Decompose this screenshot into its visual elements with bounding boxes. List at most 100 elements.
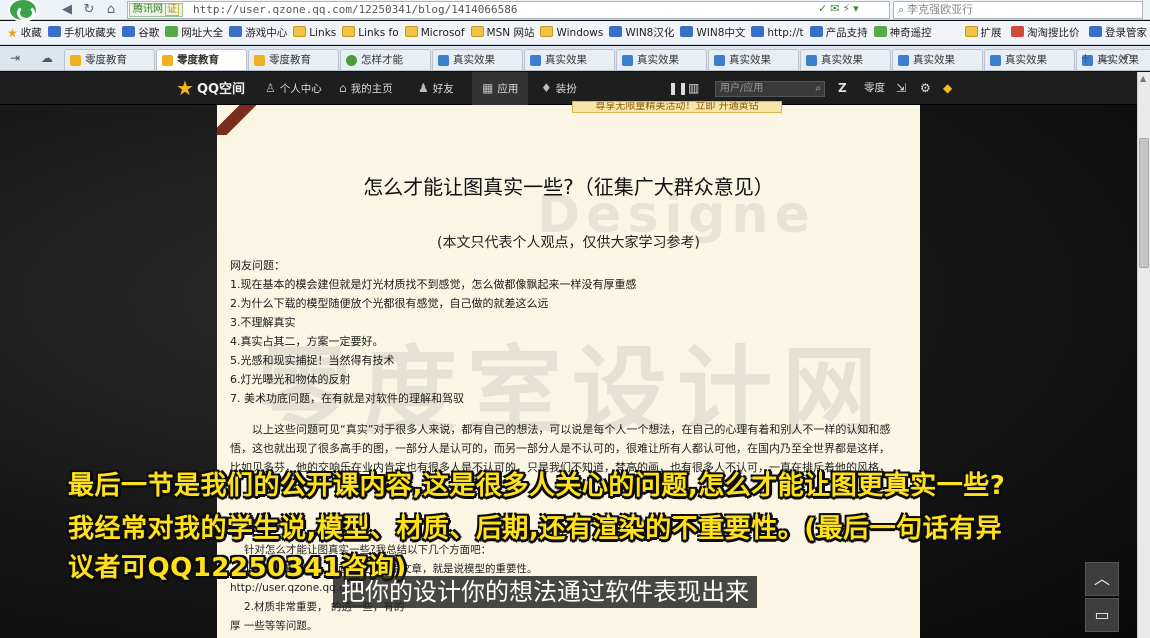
tab-label: 怎样才能	[361, 54, 403, 66]
tab-strip: 零度教育 零度教育 零度教育 怎样才能 真实效果 真实效果 真实效果 真实效果 真实效果 真实效果…	[64, 49, 1150, 70]
favorite-label: 手机收藏夹	[63, 27, 117, 39]
tab-favicon-icon	[346, 55, 357, 66]
favorite-item[interactable]: Links fo	[339, 21, 401, 44]
expand-button[interactable]: 扩展	[962, 21, 1005, 44]
favorite-item[interactable]: 游戏中心	[226, 21, 290, 44]
paragraph-line: 以上这些问题可见“真实”对于很多人来说，都有自己的想法，可以说是每个人一个想法，…	[252, 423, 891, 436]
price-compare-button[interactable]: 淘淘搜比价	[1008, 21, 1083, 44]
back-button[interactable]: ◀	[58, 2, 76, 18]
browser-tab[interactable]: 真实效果	[984, 49, 1075, 70]
favorites-right-group: 扩展 淘淘搜比价 登录管家	[955, 21, 1150, 44]
address-toolbar: ◀ ↻ ⌂ 腾讯网证 http://user.qzone.qq.com/1225…	[0, 0, 1150, 22]
tab-label: 真实效果	[637, 54, 679, 66]
tab-favicon-icon	[622, 55, 633, 66]
site-verify-badge[interactable]: 腾讯网证	[129, 3, 183, 17]
browser-tab[interactable]: 零度教育	[248, 49, 339, 70]
caption-subtitle: 把你的设计你的想法通过软件表现出来	[333, 576, 757, 608]
nav-apps[interactable]: ▦ 应用	[472, 72, 529, 105]
qzone-search-input[interactable]: 用户/应用 ⌕	[715, 81, 825, 97]
subtitle-line-2: 我经常对我的学生说,模型、材质、后期,还有渲染的不重要性。(最后一句话有异	[68, 514, 1003, 544]
cloud-icon[interactable]: ☁	[36, 46, 58, 70]
favorite-item[interactable]: 产品支持	[807, 21, 871, 44]
browser-tab[interactable]: 零度教育	[156, 49, 247, 70]
logout-icon[interactable]: ⇲	[896, 72, 906, 105]
avatar[interactable]: Z	[838, 72, 847, 105]
qzone-topbar: ★ QQ空间 ♙ 个人中心 ⌂ 我的主页 ♟ 好友 ▦ 应用 ♦ 装扮 ❚❚ ▥ 用户/应用…	[0, 72, 1137, 105]
page-scrollbar[interactable]: ▲	[1137, 72, 1150, 638]
tab-label: 零度教育	[85, 54, 127, 66]
browser-tab[interactable]: 怎样才能	[340, 49, 431, 70]
tab-favicon-icon	[530, 55, 541, 66]
browser-tab[interactable]: 真实效果	[800, 49, 891, 70]
home-icon[interactable]: ⌂	[102, 2, 120, 18]
username-link[interactable]: 零度	[864, 72, 885, 105]
refresh-button[interactable]: ↻	[80, 2, 98, 18]
search-icon: ⌕	[898, 3, 905, 16]
back-to-top-button[interactable]: ︿	[1085, 562, 1119, 596]
favorite-item[interactable]: 神奇遥控	[871, 21, 935, 44]
browser-tab[interactable]: 真实效果	[708, 49, 799, 70]
favorite-item[interactable]: 网址大全	[162, 21, 226, 44]
article-subtitle: (本文只代表个人观点，仅供大家学习参考)	[437, 235, 700, 251]
favorite-item[interactable]: 谷歌	[119, 21, 162, 44]
feedback-button[interactable]: ▭	[1085, 598, 1119, 632]
favorite-item[interactable]: 手机收藏夹	[45, 21, 120, 44]
favorite-item[interactable]: WIN8汉化	[606, 21, 677, 44]
favorite-item[interactable]: Microsof	[402, 21, 468, 44]
tab-label: 零度教育	[269, 54, 311, 66]
tab-favicon-icon	[70, 55, 81, 66]
favorite-item[interactable]: ★ 收藏	[4, 21, 45, 44]
question-item: 5.光感和现实捕捉！当然得有技术	[230, 354, 395, 367]
favorite-item[interactable]: WIN8中文	[677, 21, 748, 44]
url-text[interactable]: http://user.qzone.qq.com/12250341/blog/1…	[193, 2, 518, 18]
browser-tab[interactable]: 真实效果	[892, 49, 983, 70]
question-item: 1.现在基本的模会建但就是灯光材质找不到感觉，怎么做都像飘起来一样没有厚重感	[230, 278, 637, 291]
scroll-thumb[interactable]	[1139, 138, 1149, 268]
paragraph-line: 厚 一些等等问题。	[230, 620, 318, 632]
question-item: 7. 美术功底问题，在有就是对软件的理解和驾驭	[230, 392, 464, 405]
nav-my-home[interactable]: ⌂ 我的主页	[339, 72, 393, 105]
cert-icon: 证	[165, 3, 179, 16]
nav-friends[interactable]: ♟ 好友	[418, 72, 454, 105]
nav-user-center[interactable]: ♙ 个人中心	[265, 72, 322, 105]
browser-tab[interactable]: 真实效果	[432, 49, 523, 70]
tab-label: 真实效果	[913, 54, 955, 66]
ribbon-badge	[217, 105, 257, 135]
apps-grid-icon: ▦	[482, 81, 494, 95]
site-icon	[680, 26, 694, 37]
favorite-item[interactable]: MSN 网站	[468, 21, 538, 44]
tab-favicon-icon	[438, 55, 449, 66]
folder-icon	[293, 26, 307, 37]
article-title: 怎么才能让图真实一些?（征集广大群众意见）	[363, 175, 774, 199]
browser-logo-icon[interactable]	[2, 0, 46, 22]
browser-tab[interactable]: 零度教育	[64, 49, 155, 70]
tab-label: 真实效果	[821, 54, 863, 66]
address-bar[interactable]: 腾讯网证 http://user.qzone.qq.com/12250341/b…	[127, 1, 890, 19]
browser-tab[interactable]: 真实效果	[524, 49, 615, 70]
tab-bar: ⇥ ☁ 零度教育 零度教育 零度教育 怎样才能 真实效果 真实效果 真实效果 真实效果 真实效果…	[0, 46, 1150, 71]
folder-icon	[404, 26, 418, 37]
favorite-item[interactable]: Links	[290, 21, 339, 44]
gear-icon[interactable]: ⚙	[920, 72, 931, 105]
question-list: 网友问题： 1.现在基本的模会建但就是灯光材质找不到感觉，怎么做都像飘起来一样没…	[230, 256, 910, 408]
question-item: 3.不理解真实	[230, 316, 296, 329]
diamond-icon[interactable]: ◆	[943, 72, 952, 105]
qzone-logo[interactable]: ★ QQ空间	[176, 77, 245, 99]
favorite-item[interactable]: Windows	[537, 21, 606, 44]
favorite-label: 产品支持	[825, 27, 868, 39]
yellow-diamond-notice[interactable]: 尊享无限量精美活动！立即 开通黄钻	[572, 101, 782, 113]
favorite-item[interactable]: http://t	[748, 21, 806, 44]
browser-tab[interactable]: 真实效果	[616, 49, 707, 70]
home-icon: ⌂	[339, 81, 347, 95]
favorite-label: WIN8汉化	[625, 27, 675, 39]
address-action-icons[interactable]: ✓✉⚡▾	[818, 2, 888, 16]
scroll-up-icon[interactable]: ▲	[1140, 74, 1146, 83]
star-icon: ★	[176, 76, 194, 100]
favorite-label: 网址大全	[181, 27, 224, 39]
favorite-label: WIN8中文	[696, 27, 746, 39]
friends-icon: ♟	[418, 81, 429, 95]
search-input[interactable]: ⌕ 李克强欧亚行	[893, 1, 1143, 19]
sidebar-toggle-icon[interactable]: ⇥	[4, 46, 26, 70]
tab-controls[interactable]: +▭↶	[1081, 46, 1150, 70]
login-manager-button[interactable]: 登录管家	[1086, 21, 1150, 44]
